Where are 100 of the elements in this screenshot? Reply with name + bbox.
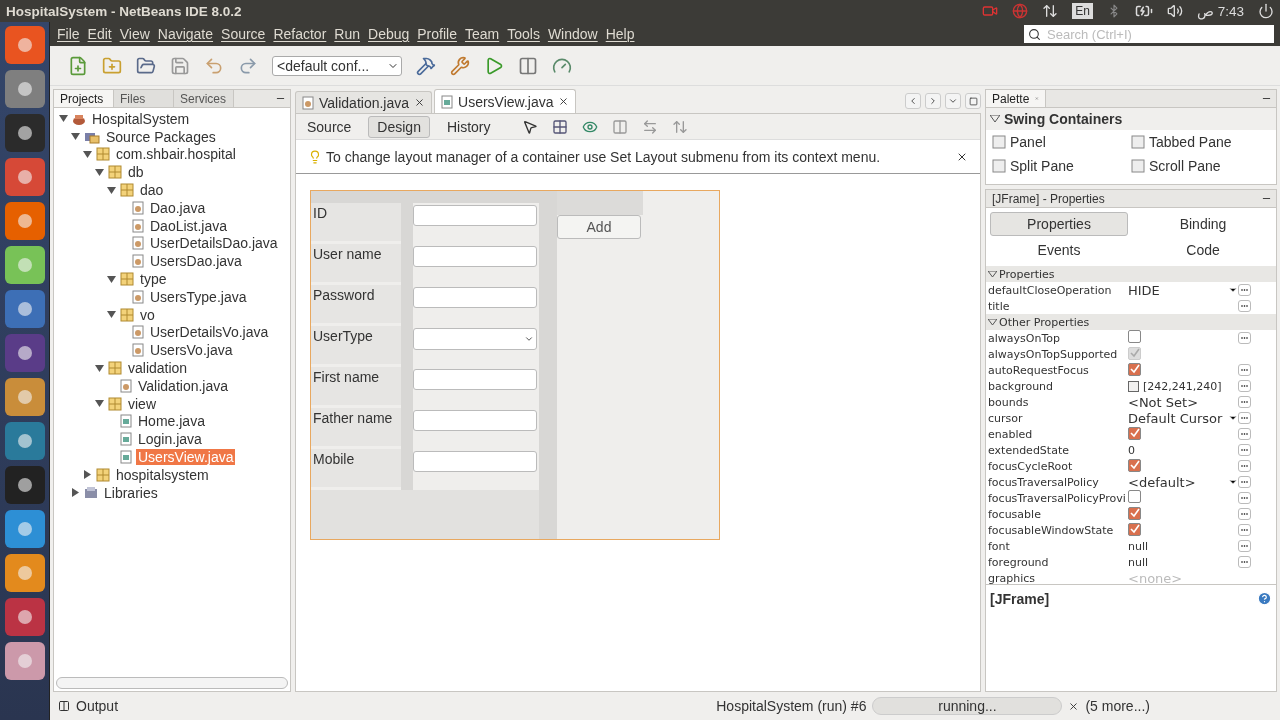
ellipsis-button[interactable] [1238, 540, 1251, 552]
menu-item[interactable]: Run [330, 26, 364, 42]
checkbox[interactable] [1128, 426, 1141, 440]
ellipsis-button[interactable] [1238, 412, 1251, 424]
horizontal-resize-icon[interactable] [641, 118, 658, 135]
vertical-resize-icon[interactable] [671, 118, 688, 135]
globe-icon[interactable] [1012, 3, 1029, 19]
undo-icon[interactable] [204, 55, 224, 76]
expanded-triangle-icon[interactable] [94, 363, 104, 373]
checkbox[interactable] [1128, 490, 1141, 503]
launcher-app-icon[interactable] [4, 378, 45, 416]
new-folder-icon[interactable] [102, 55, 122, 76]
ellipsis-button[interactable] [1238, 556, 1251, 568]
launcher-app-icon[interactable] [4, 70, 45, 108]
selection-mode-icon[interactable] [521, 118, 538, 135]
menu-item[interactable]: File [53, 26, 84, 42]
tree-item[interactable]: type [138, 271, 169, 288]
ellipsis-button[interactable] [1238, 492, 1251, 504]
scroll-left-button[interactable] [905, 93, 921, 109]
input-field[interactable] [413, 451, 537, 472]
view-tab[interactable]: Design [368, 115, 430, 138]
launcher-app-icon[interactable] [4, 158, 45, 196]
configuration-dropdown[interactable]: <default conf... [272, 55, 402, 76]
view-tab[interactable]: History [437, 115, 500, 138]
collapsed-triangle-icon[interactable] [70, 488, 80, 498]
property-value[interactable]: null [1128, 555, 1238, 569]
menu-item[interactable]: Tools [503, 26, 544, 42]
network-arrows-icon[interactable] [1042, 3, 1059, 19]
tree-item[interactable]: validation [126, 360, 190, 377]
view-tab[interactable]: Source [298, 115, 361, 138]
open-folder-icon[interactable] [136, 55, 156, 76]
component-item[interactable]: Split Pane [1010, 158, 1074, 174]
ellipsis-button[interactable] [1238, 444, 1251, 456]
ellipsis-button[interactable] [1238, 428, 1251, 440]
new-file-icon[interactable] [68, 55, 88, 76]
properties-tab[interactable]: Events [990, 238, 1128, 262]
tree-item[interactable]: db [126, 164, 146, 181]
input-field[interactable] [413, 205, 537, 226]
launcher-app-icon[interactable] [4, 466, 45, 504]
component-item[interactable]: Tabbed Pane [1149, 134, 1232, 150]
checkbox[interactable] [1128, 362, 1141, 376]
property-value[interactable]: null [1128, 539, 1238, 553]
menu-item[interactable]: Debug [364, 26, 414, 42]
panel-tab[interactable]: Services [174, 90, 234, 107]
tree-item[interactable]: Dao.java [148, 199, 208, 216]
launcher-app-icon[interactable] [4, 246, 45, 284]
input-field[interactable] [413, 287, 537, 308]
expanded-triangle-icon[interactable] [106, 185, 116, 195]
output-tab[interactable]: Output [76, 698, 119, 714]
tree-item[interactable]: vo [138, 306, 157, 323]
menu-item[interactable]: Source [217, 26, 270, 42]
tree-item[interactable]: UsersType.java [148, 288, 249, 305]
launcher-app-icon[interactable] [4, 334, 45, 372]
menu-item[interactable]: Team [460, 26, 504, 42]
ellipsis-button[interactable] [1238, 460, 1251, 472]
tree-item[interactable]: view [126, 395, 158, 412]
property-combo[interactable]: <default> [1128, 474, 1238, 490]
checkbox[interactable] [1128, 458, 1141, 472]
ellipsis-button[interactable] [1238, 508, 1251, 520]
power-icon[interactable] [1258, 3, 1274, 19]
collapsed-triangle-icon[interactable] [82, 470, 92, 480]
property-value[interactable]: 0 [1128, 443, 1238, 457]
launcher-app-icon[interactable] [4, 510, 45, 548]
tree-item[interactable]: Source Packages [104, 128, 218, 145]
expanded-triangle-icon[interactable] [82, 150, 92, 159]
menu-item[interactable]: View [115, 26, 154, 42]
launcher-app-icon[interactable] [4, 26, 45, 64]
collapse-triangle-icon[interactable] [988, 318, 997, 326]
close-icon[interactable] [414, 97, 426, 108]
tree-item[interactable]: Validation.java [136, 377, 231, 394]
checkbox[interactable] [1128, 522, 1141, 536]
save-icon[interactable] [170, 55, 190, 76]
align-icon[interactable] [611, 118, 628, 135]
collapse-triangle-icon[interactable] [990, 115, 1000, 123]
launcher-app-icon[interactable] [4, 114, 45, 152]
menu-item[interactable]: Refactor [269, 26, 331, 42]
close-icon[interactable] [558, 96, 570, 107]
ellipsis-button[interactable] [1238, 332, 1251, 344]
tree-item[interactable]: UsersDao.java [148, 253, 244, 270]
tree-item[interactable]: dao [138, 182, 166, 199]
input-field[interactable] [413, 410, 537, 431]
tree-item[interactable]: Libraries [102, 484, 160, 501]
scroll-right-button[interactable] [925, 93, 941, 109]
component-item[interactable]: Scroll Pane [1149, 158, 1221, 174]
document-list-button[interactable] [945, 93, 961, 109]
connection-mode-icon[interactable] [551, 118, 568, 135]
checkbox[interactable] [1128, 330, 1141, 343]
component-item[interactable]: Panel [1010, 134, 1046, 150]
expanded-triangle-icon[interactable] [70, 132, 80, 142]
keyboard-language[interactable]: En [1072, 3, 1093, 19]
search-bar[interactable]: Search (Ctrl+I) [1024, 25, 1274, 43]
tree-item[interactable]: com.shbair.hospital [114, 146, 238, 163]
editor-tab[interactable]: Validation.java [295, 91, 433, 113]
ellipsis-button[interactable] [1238, 364, 1251, 376]
launcher-app-icon[interactable] [4, 598, 45, 636]
run-icon[interactable] [484, 55, 504, 76]
usertype-dropdown[interactable] [413, 328, 537, 350]
menu-item[interactable]: Profile [413, 26, 461, 42]
panel-tab[interactable]: Files [114, 90, 174, 107]
launcher-app-icon[interactable] [4, 642, 45, 680]
